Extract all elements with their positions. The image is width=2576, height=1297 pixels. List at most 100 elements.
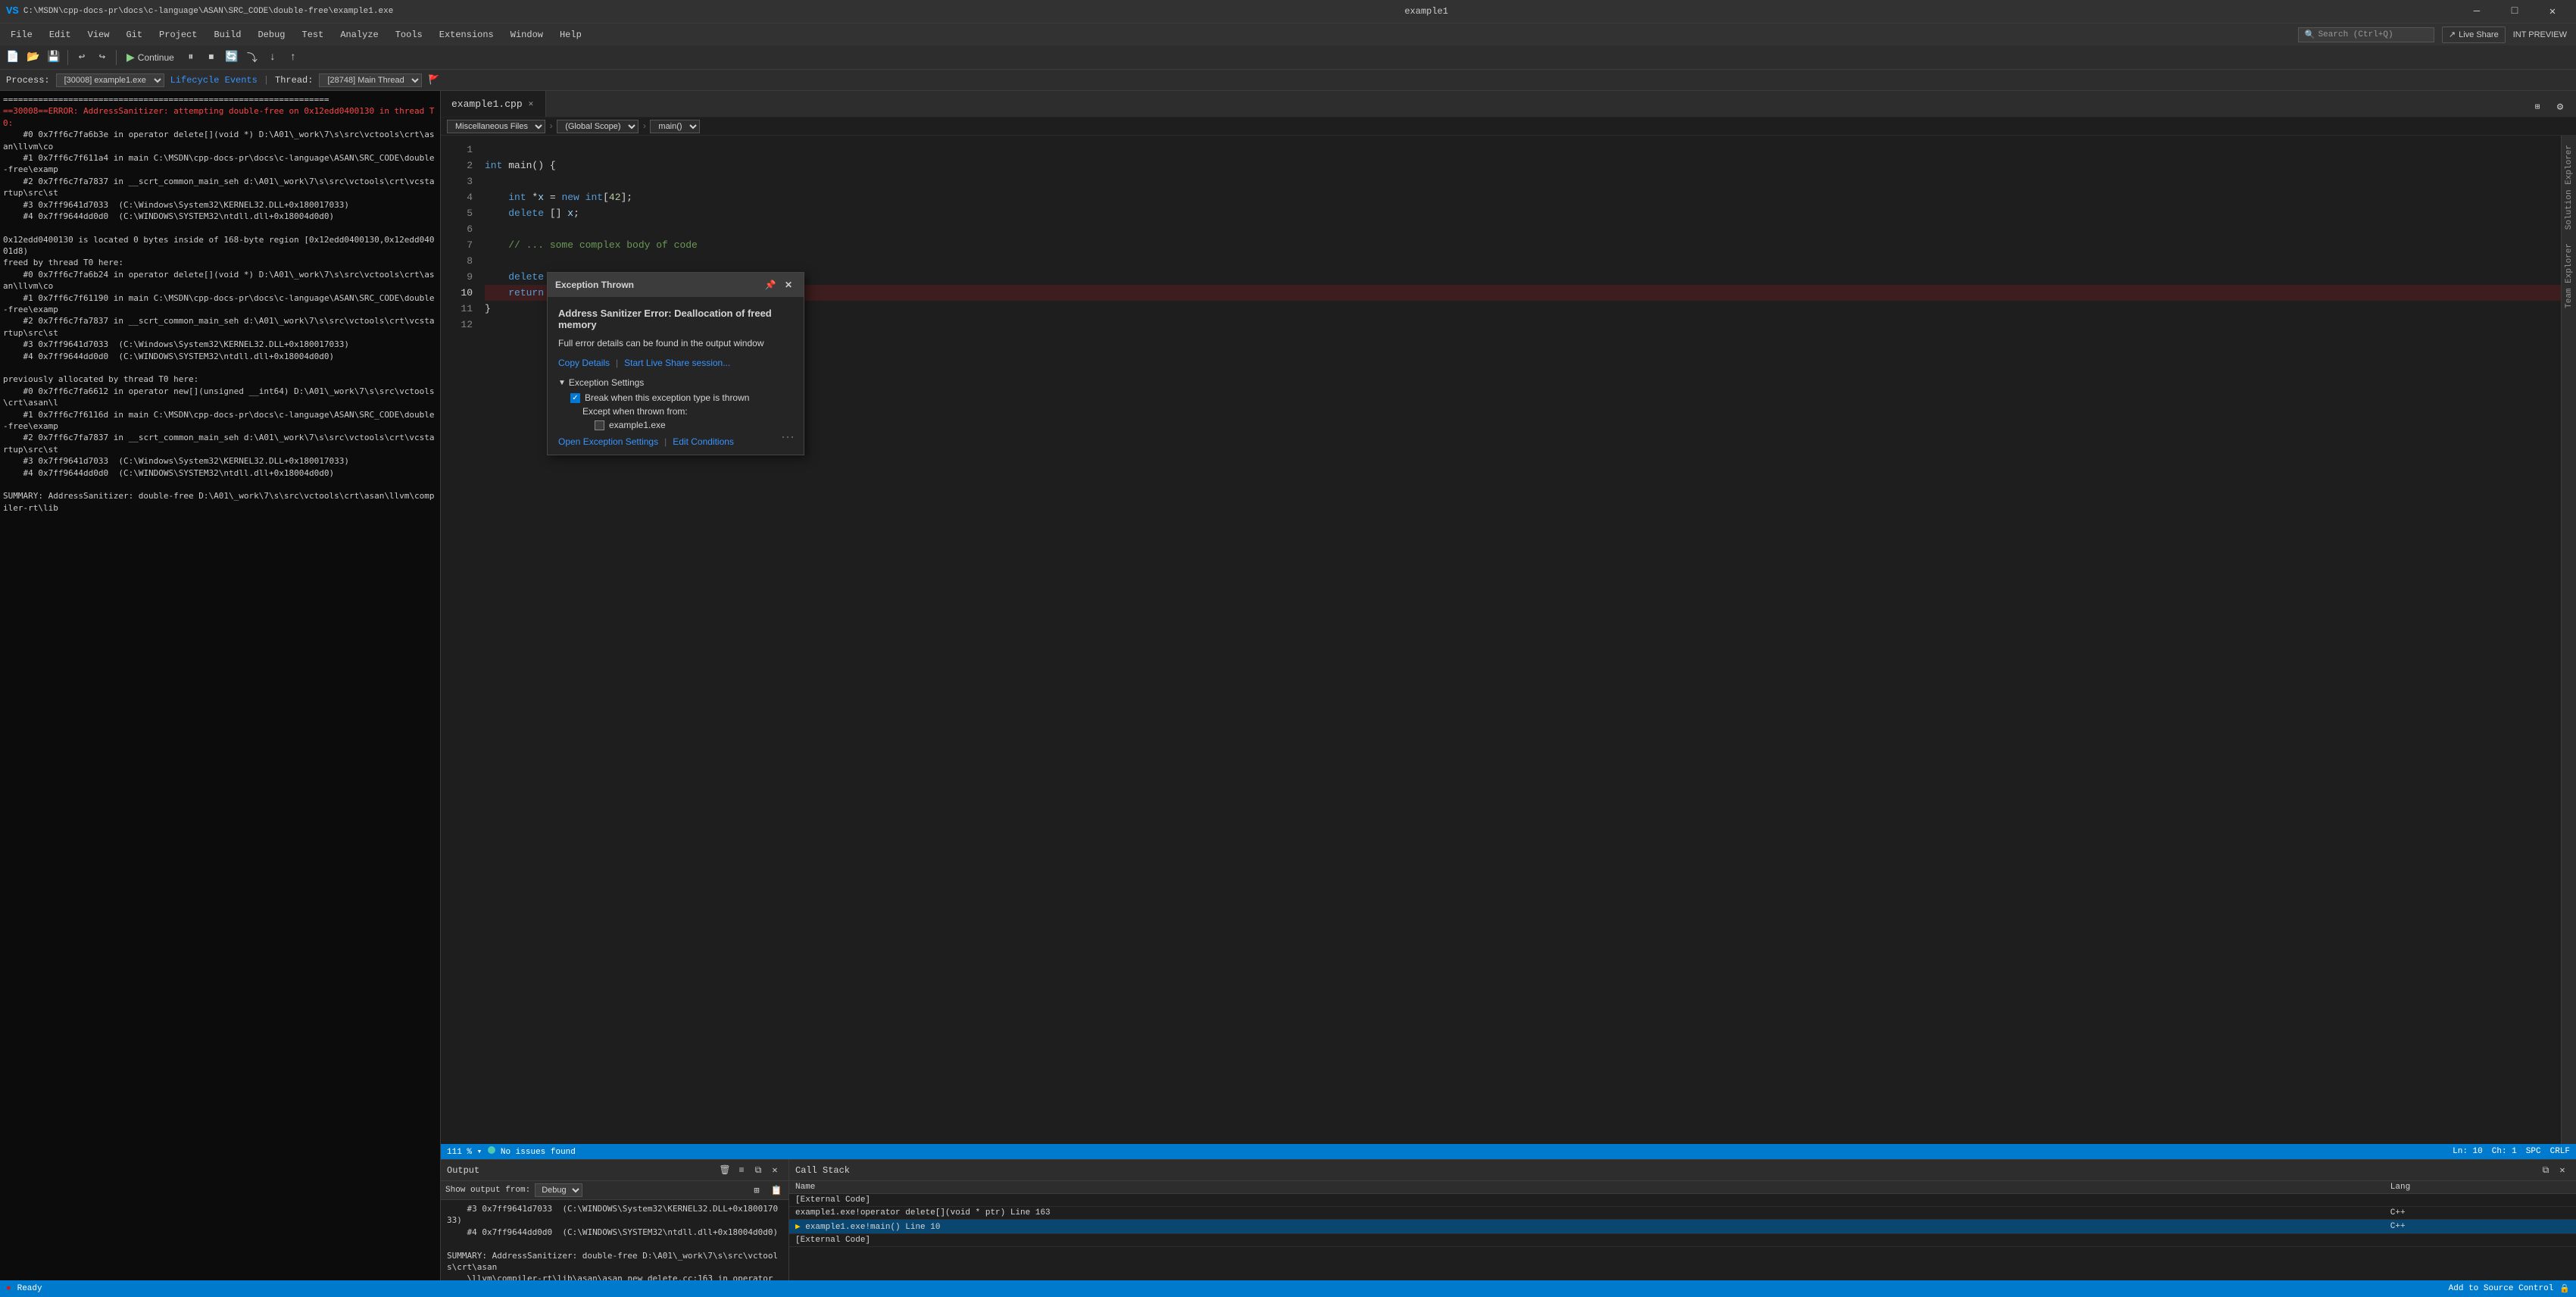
menu-tools[interactable]: Tools (388, 27, 430, 43)
output-body[interactable]: #3 0x7ff9641d7033 (C:\WINDOWS\System32\K… (441, 1200, 788, 1280)
terminal-line: #2 0x7ff6c7fa7837 in __scrt_common_main_… (3, 315, 437, 339)
callstack-cell-name-2: example1.exe!operator delete[](void * pt… (789, 1207, 2384, 1220)
live-share-session-link[interactable]: Start Live Share session... (624, 358, 730, 368)
save-btn[interactable]: 💾 (44, 48, 64, 67)
live-share-button[interactable]: ↗ Live Share (2442, 27, 2506, 43)
pause-btn[interactable]: ⏸ (181, 48, 201, 67)
output-line: SUMMARY: AddressSanitizer: double-free D… (447, 1250, 782, 1274)
copy-details-link[interactable]: Copy Details (558, 358, 610, 368)
breadcrumb-files-dropdown[interactable]: Miscellaneous Files (447, 120, 545, 133)
output-copy-btn[interactable]: 📋 (769, 1183, 784, 1198)
add-source-control[interactable]: Add to Source Control (2449, 1284, 2554, 1293)
tab-close-icon[interactable]: ✕ (527, 98, 535, 110)
output-filter-btn[interactable]: ⊞ (749, 1183, 764, 1198)
breadcrumb-scope-dropdown[interactable]: (Global Scope) (557, 120, 639, 133)
menu-view[interactable]: View (80, 27, 117, 43)
menu-debug[interactable]: Debug (250, 27, 292, 43)
step-into-btn[interactable]: ↓ (263, 48, 283, 67)
editor-status: 111 % ▾ No issues found Ln: 10 Ch: 1 SPC… (441, 1144, 2576, 1159)
thread-label: Thread: (275, 75, 313, 86)
char-col: Ch: 1 (2492, 1147, 2517, 1156)
solution-explorer-tab[interactable]: Solution Explorer (2563, 139, 2575, 236)
output-clear-btn[interactable]: 🗑 (717, 1163, 732, 1178)
team-explorer-tab[interactable]: Team Explorer (2563, 237, 2575, 314)
break-when-thrown-checkbox[interactable] (570, 393, 580, 403)
menu-file[interactable]: File (3, 27, 40, 43)
live-share-label: Live Share (2459, 30, 2499, 39)
minimize-button[interactable]: — (2459, 0, 2494, 23)
menu-analyze[interactable]: Analyze (333, 27, 386, 43)
output-panel-header: Output 🗑 ≡ ⧉ ✕ (441, 1160, 788, 1181)
callstack-popout-btn[interactable]: ⧉ (2538, 1163, 2553, 1178)
output-panel-controls: 🗑 ≡ ⧉ ✕ (717, 1163, 782, 1178)
line-num-6: 6 (441, 221, 473, 237)
output-source-select[interactable]: Debug (535, 1183, 582, 1197)
process-dropdown[interactable]: [30008] example1.exe (56, 73, 164, 87)
menu-test[interactable]: Test (295, 27, 332, 43)
lifecycle-events[interactable]: Lifecycle Events (170, 75, 258, 86)
menu-git[interactable]: Git (118, 27, 150, 43)
callstack-row-3[interactable]: ▶ example1.exe!main() Line 10 C++ (789, 1220, 2576, 1234)
open-exception-settings-link[interactable]: Open Exception Settings (558, 436, 658, 447)
terminal-line: #0 0x7ff6c7fa6612 in operator new[](unsi… (3, 386, 437, 409)
menu-window[interactable]: Window (503, 27, 551, 43)
exception-output-hint: Full error details can be found in the o… (558, 338, 793, 348)
keyword-int: int (485, 158, 502, 173)
callstack-row-2[interactable]: example1.exe!operator delete[](void * pt… (789, 1207, 2576, 1220)
exception-bottom-links: Open Exception Settings | Edit Condition… (558, 436, 793, 447)
output-popout-btn[interactable]: ⧉ (751, 1163, 766, 1178)
line-endings: CRLF (2550, 1147, 2570, 1156)
breadcrumb-func-dropdown[interactable]: main() (650, 120, 700, 133)
split-editor-icon[interactable]: ⊞ (2528, 97, 2547, 117)
stop-btn[interactable]: ⏹ (201, 48, 221, 67)
edit-conditions-link[interactable]: Edit Conditions (673, 436, 734, 447)
close-button[interactable]: ✕ (2535, 0, 2570, 23)
callstack-body[interactable]: Name Lang [External Code] example1.exe!o… (789, 1181, 2576, 1280)
menu-build[interactable]: Build (206, 27, 248, 43)
step-out-btn[interactable]: ↑ (283, 48, 303, 67)
debug-bar: Process: [30008] example1.exe Lifecycle … (0, 70, 2576, 91)
terminal-line: #4 0x7ff9644dd0d0 (C:\WINDOWS\SYSTEM32\n… (3, 467, 437, 479)
callstack-close-btn[interactable]: ✕ (2555, 1163, 2570, 1178)
restart-btn[interactable]: 🔄 (222, 48, 242, 67)
output-panel: Output 🗑 ≡ ⧉ ✕ Show output from: Debug (441, 1160, 789, 1280)
undo-btn[interactable]: ↩ (72, 48, 92, 67)
toolbar-file-group: 📄 📂 💾 (3, 48, 64, 67)
menu-help[interactable]: Help (552, 27, 589, 43)
menu-extensions[interactable]: Extensions (432, 27, 501, 43)
output-wrap-btn[interactable]: ≡ (734, 1163, 749, 1178)
exception-close-btn[interactable]: ✕ (781, 277, 796, 292)
example1-exe-checkbox[interactable] (595, 420, 604, 430)
thread-dropdown[interactable]: [28748] Main Thread (319, 73, 422, 87)
redo-btn[interactable]: ↪ (92, 48, 112, 67)
callstack-row-1[interactable]: [External Code] (789, 1194, 2576, 1207)
exception-popup-header: Exception Thrown 📌 ✕ (548, 273, 804, 297)
search-box[interactable]: 🔍 Search (Ctrl+Q) (2298, 27, 2434, 42)
maximize-button[interactable]: □ (2497, 0, 2532, 23)
menu-project[interactable]: Project (151, 27, 205, 43)
editor-area[interactable]: 1 2 3 4 5 6 7 8 9 10 11 12 int main() { (441, 136, 2576, 1144)
terminal-line: ==30008==ERROR: AddressSanitizer: attemp… (3, 105, 437, 129)
menu-edit[interactable]: Edit (42, 27, 79, 43)
open-file-btn[interactable]: 📂 (23, 48, 43, 67)
output-close-btn[interactable]: ✕ (767, 1163, 782, 1178)
int-preview-button[interactable]: INT PREVIEW (2507, 27, 2573, 43)
continue-button[interactable]: ▶ Continue (120, 48, 180, 67)
new-file-btn[interactable]: 📄 (3, 48, 23, 67)
editor-status-right: Ln: 10 Ch: 1 SPC CRLF (2453, 1147, 2570, 1156)
output-line: #4 0x7ff9644dd0d0 (C:\WINDOWS\SYSTEM32\n… (447, 1227, 782, 1238)
zoom-level[interactable]: 111 % ▾ (447, 1146, 482, 1157)
line-num-11: 11 (441, 301, 473, 317)
bottom-status-bar: ● Ready Add to Source Control 🔒 (0, 1280, 2576, 1297)
callstack-row-4[interactable]: [External Code] (789, 1234, 2576, 1247)
step-over-btn[interactable]: ⤵ (242, 48, 262, 67)
exception-dots-icon[interactable]: ⋯ (781, 430, 795, 445)
terminal-line (3, 362, 437, 373)
settings-icon[interactable]: ⚙ (2550, 97, 2570, 117)
editor-panel: example1.cpp ✕ ⊞ ⚙ Miscellaneous Files ›… (441, 91, 2576, 1280)
tab-example1-cpp[interactable]: example1.cpp ✕ (441, 91, 546, 117)
terminal-panel[interactable]: ========================================… (0, 91, 441, 1280)
callstack-cell-name-3: ▶ example1.exe!main() Line 10 (789, 1220, 2384, 1234)
exception-pin-btn[interactable]: 📌 (763, 277, 778, 292)
int-preview-label: INT PREVIEW (2513, 30, 2567, 39)
